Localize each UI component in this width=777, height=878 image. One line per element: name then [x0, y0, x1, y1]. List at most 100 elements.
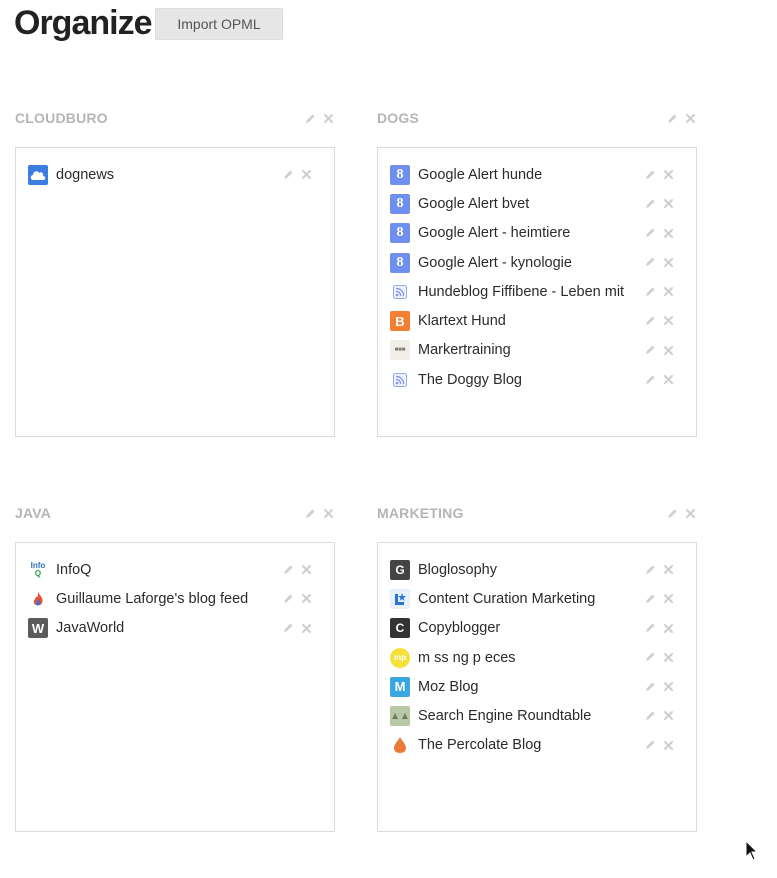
remove-x-icon[interactable]: [300, 168, 313, 181]
edit-pencil-icon[interactable]: [643, 709, 656, 722]
remove-x-icon[interactable]: [300, 563, 313, 576]
content-curation-icon: [390, 588, 418, 609]
edit-pencil-icon[interactable]: [643, 256, 656, 269]
folder-controls: [665, 507, 697, 520]
edit-pencil-icon[interactable]: [643, 285, 656, 298]
feed-item[interactable]: W JavaWorld: [16, 614, 334, 643]
feed-label: Google Alert - kynologie: [418, 254, 572, 271]
edit-pencil-icon[interactable]: [643, 314, 656, 327]
edit-pencil-icon[interactable]: [643, 563, 656, 576]
feed-controls: [281, 168, 313, 181]
remove-x-icon[interactable]: [300, 592, 313, 605]
edit-pencil-icon[interactable]: [643, 227, 656, 240]
folder-header: CLOUDBURO: [15, 110, 335, 130]
feed-item[interactable]: Content Curation Marketing: [378, 584, 696, 613]
remove-x-icon[interactable]: [662, 256, 675, 269]
remove-x-icon[interactable]: [662, 314, 675, 327]
edit-pencil-icon[interactable]: [303, 112, 316, 125]
feed-controls: [643, 622, 675, 635]
feed-item[interactable]: C Copyblogger: [378, 614, 696, 643]
remove-x-icon[interactable]: [662, 168, 675, 181]
folder-header: JAVA: [15, 505, 335, 525]
edit-pencil-icon[interactable]: [281, 168, 294, 181]
remove-x-icon[interactable]: [662, 197, 675, 210]
feed-item[interactable]: mp m ss ng p eces: [378, 643, 696, 672]
edit-pencil-icon[interactable]: [643, 168, 656, 181]
edit-pencil-icon[interactable]: [643, 739, 656, 752]
remove-x-icon[interactable]: [322, 507, 335, 520]
edit-pencil-icon[interactable]: [643, 197, 656, 210]
feed-item[interactable]: M Moz Blog: [378, 672, 696, 701]
edit-pencil-icon[interactable]: [643, 344, 656, 357]
folder-feed-list: dognews: [15, 147, 335, 437]
remove-x-icon[interactable]: [322, 112, 335, 125]
feed-item[interactable]: Hundeblog Fiffibene - Leben mit: [378, 277, 696, 306]
feed-item[interactable]: ■■■ Markertraining: [378, 336, 696, 365]
feed-item[interactable]: B Klartext Hund: [378, 306, 696, 335]
remove-x-icon[interactable]: [662, 622, 675, 635]
feed-item[interactable]: dognews: [16, 160, 334, 189]
folder-controls: [665, 112, 697, 125]
remove-x-icon[interactable]: [300, 622, 313, 635]
infoq-icon: Info Q: [28, 559, 56, 580]
remove-x-icon[interactable]: [684, 112, 697, 125]
missing-pieces-icon: mp: [390, 647, 418, 668]
edit-pencil-icon[interactable]: [281, 592, 294, 605]
feed-item[interactable]: 8 Google Alert - kynologie: [378, 248, 696, 277]
cloud-icon: [28, 164, 56, 185]
feed-controls: [643, 680, 675, 693]
remove-x-icon[interactable]: [662, 709, 675, 722]
edit-pencil-icon[interactable]: [303, 507, 316, 520]
remove-x-icon[interactable]: [662, 651, 675, 664]
google-icon: 8: [390, 193, 418, 214]
remove-x-icon[interactable]: [662, 227, 675, 240]
feed-controls: [281, 563, 313, 576]
feed-label: Google Alert hunde: [418, 166, 543, 183]
remove-x-icon[interactable]: [662, 592, 675, 605]
feed-controls: [643, 739, 675, 752]
remove-x-icon[interactable]: [662, 680, 675, 693]
page-title: Organize: [14, 4, 152, 42]
remove-x-icon[interactable]: [662, 344, 675, 357]
feed-item[interactable]: Info Q InfoQ: [16, 555, 334, 584]
folder-name: DOGS: [377, 110, 420, 126]
feed-item[interactable]: The Doggy Blog: [378, 365, 696, 394]
remove-x-icon[interactable]: [662, 739, 675, 752]
remove-x-icon[interactable]: [662, 285, 675, 298]
feed-controls: [643, 651, 675, 664]
edit-pencil-icon[interactable]: [643, 592, 656, 605]
google-icon: 8: [390, 164, 418, 185]
edit-pencil-icon[interactable]: [281, 563, 294, 576]
feed-controls: [281, 592, 313, 605]
folder-feed-list: Info Q InfoQ Guillaume Laforge's blog feed W…: [15, 542, 335, 832]
feed-label: InfoQ: [56, 561, 92, 578]
feed-item[interactable]: 8 Google Alert - heimtiere: [378, 219, 696, 248]
remove-x-icon[interactable]: [662, 563, 675, 576]
feed-label: Search Engine Roundtable: [418, 708, 592, 725]
edit-pencil-icon[interactable]: [643, 651, 656, 664]
feed-item[interactable]: The Percolate Blog: [378, 731, 696, 760]
edit-pencil-icon[interactable]: [643, 622, 656, 635]
edit-pencil-icon[interactable]: [665, 507, 678, 520]
feed-item[interactable]: 8 Google Alert bvet: [378, 189, 696, 218]
edit-pencil-icon[interactable]: [281, 622, 294, 635]
edit-pencil-icon[interactable]: [643, 680, 656, 693]
feed-item[interactable]: ▲▲ Search Engine Roundtable: [378, 701, 696, 730]
folder-cloudburo: CLOUDBURO dognews: [15, 110, 335, 437]
edit-pencil-icon[interactable]: [643, 373, 656, 386]
feed-controls: [643, 197, 675, 210]
feed-label: JavaWorld: [56, 620, 125, 637]
feed-label: Guillaume Laforge's blog feed: [56, 590, 249, 607]
rss-icon: [390, 282, 418, 302]
feed-item[interactable]: G Bloglosophy: [378, 555, 696, 584]
feed-item[interactable]: Guillaume Laforge's blog feed: [16, 584, 334, 613]
feed-item[interactable]: 8 Google Alert hunde: [378, 160, 696, 189]
feed-controls: [643, 563, 675, 576]
feed-controls: [643, 709, 675, 722]
edit-pencil-icon[interactable]: [665, 112, 678, 125]
google-icon: 8: [390, 252, 418, 273]
remove-x-icon[interactable]: [684, 507, 697, 520]
import-opml-button[interactable]: Import OPML: [155, 8, 283, 40]
feed-label: Google Alert - heimtiere: [418, 225, 571, 242]
remove-x-icon[interactable]: [662, 373, 675, 386]
